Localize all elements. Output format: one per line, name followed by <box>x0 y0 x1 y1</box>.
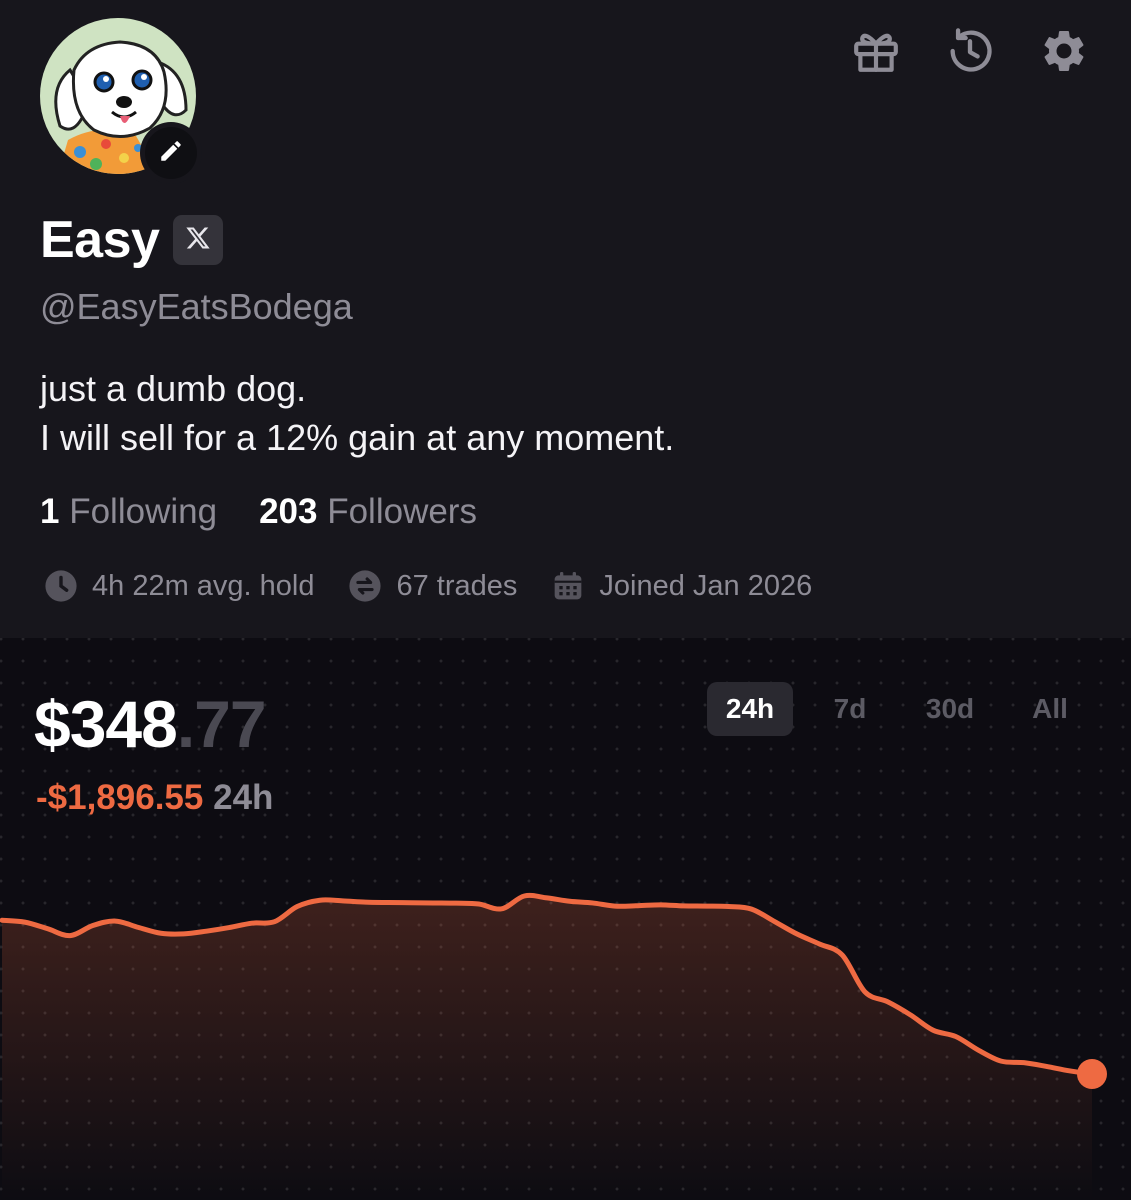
tab-24h[interactable]: 24h <box>707 682 793 736</box>
swap-icon <box>348 569 382 603</box>
chart-current-point <box>1077 1059 1107 1089</box>
portfolio-value: $348.77 <box>34 686 267 762</box>
bio: just a dumb dog. I will sell for a 12% g… <box>40 364 674 462</box>
user-handle: @EasyEatsBodega <box>40 286 353 327</box>
x-link-badge[interactable] <box>173 215 224 265</box>
avatar-container[interactable] <box>40 18 202 184</box>
followers-count: 203 <box>259 492 318 531</box>
portfolio-section: $348.77 -$1,896.55 24h 24h 7d 30d All <box>0 638 1131 1200</box>
change-amount: -$1,896.55 <box>36 778 204 817</box>
gift-button[interactable] <box>849 26 903 80</box>
chart-area <box>2 895 1092 1200</box>
display-name: Easy <box>40 211 160 269</box>
timeframe-tabs: 24h 7d 30d All <box>693 682 1093 736</box>
name-row: Easy <box>40 210 224 270</box>
edit-avatar-badge[interactable] <box>140 122 202 184</box>
following-count: 1 <box>40 492 60 531</box>
value-whole: $348 <box>34 687 178 761</box>
clock-icon <box>44 569 78 603</box>
calendar-icon <box>551 569 585 603</box>
gift-icon <box>851 26 901 81</box>
avg-hold-stat: 4h 22m avg. hold <box>44 569 314 603</box>
tab-all[interactable]: All <box>1007 682 1093 736</box>
bio-line: just a dumb dog. <box>40 368 307 409</box>
tab-30d[interactable]: 30d <box>907 682 993 736</box>
avg-hold-text: 4h 22m avg. hold <box>92 569 315 602</box>
profile-header: Easy @EasyEatsBodega just a dumb dog. I … <box>0 0 1131 638</box>
top-actions <box>849 26 1091 80</box>
change-period: 24h <box>213 778 274 817</box>
pencil-icon <box>158 138 184 169</box>
follow-stats: 1 Following 203 Followers <box>40 492 477 532</box>
settings-button[interactable] <box>1037 26 1091 80</box>
trades-text: 67 trades <box>396 569 518 602</box>
following-label: Following <box>69 492 218 531</box>
history-icon <box>944 25 996 82</box>
following-link[interactable]: 1 Following <box>40 492 217 532</box>
portfolio-change: -$1,896.55 24h <box>36 778 273 818</box>
x-logo-icon <box>184 224 212 257</box>
joined-text: Joined Jan 2026 <box>599 569 813 602</box>
tab-7d[interactable]: 7d <box>807 682 893 736</box>
trades-stat: 67 trades <box>348 569 517 603</box>
value-cents: .77 <box>176 687 267 761</box>
bio-line: I will sell for a 12% gain at any moment… <box>40 417 675 458</box>
gear-icon <box>1039 26 1089 81</box>
followers-label: Followers <box>327 492 477 531</box>
profile-meta: 4h 22m avg. hold 67 trades Joined Jan 20… <box>44 569 846 603</box>
edit-avatar-button[interactable] <box>145 127 197 179</box>
history-button[interactable] <box>943 26 997 80</box>
followers-link[interactable]: 203 Followers <box>259 492 477 532</box>
joined-stat: Joined Jan 2026 <box>551 569 812 603</box>
